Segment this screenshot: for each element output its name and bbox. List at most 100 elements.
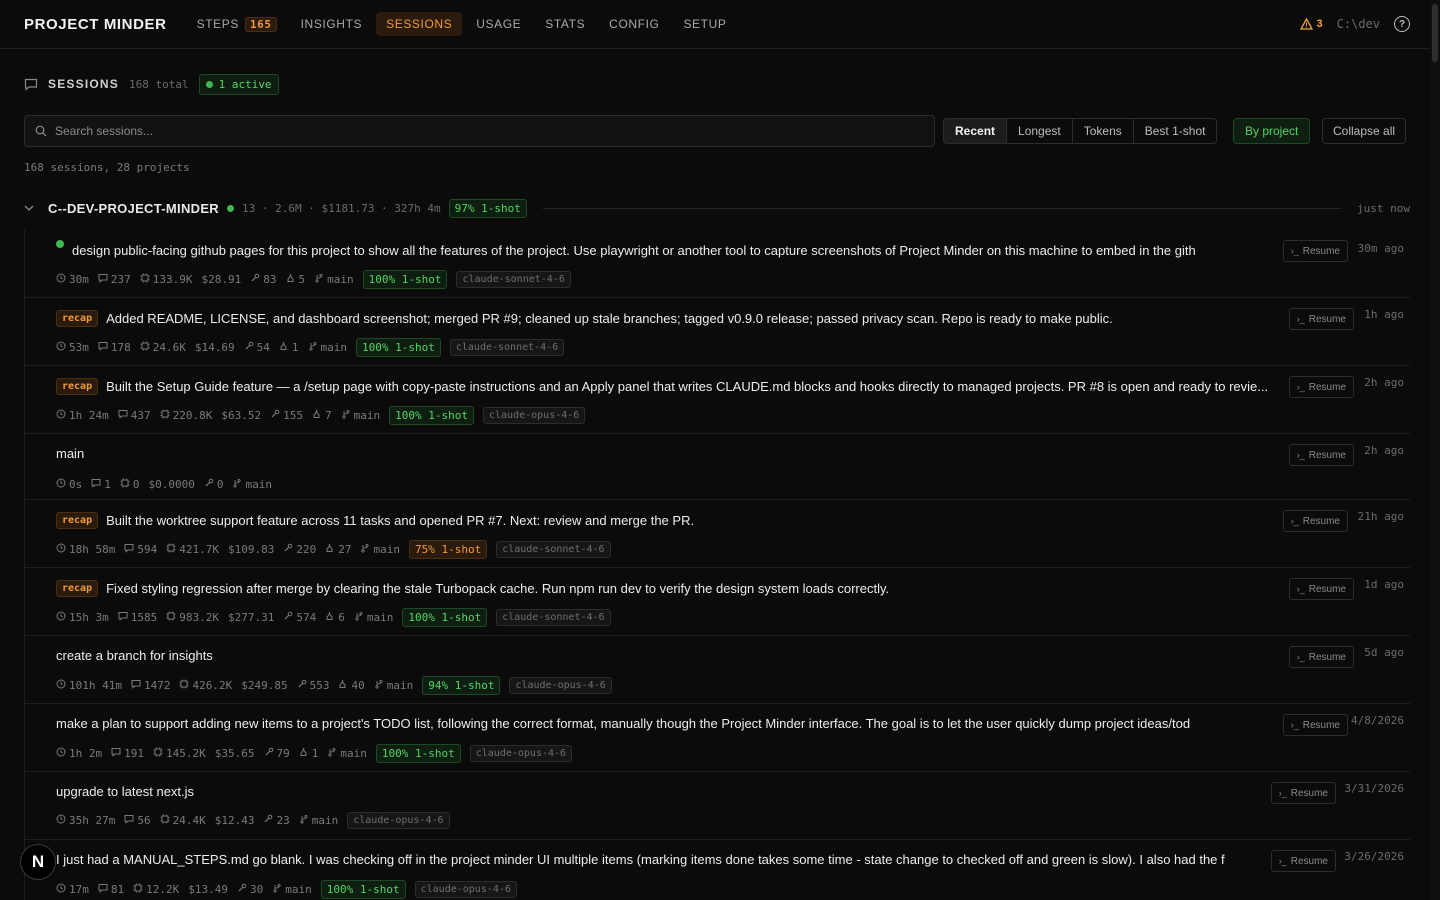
tool-count: 83 — [250, 273, 277, 286]
cost: $249.85 — [241, 679, 287, 692]
sort-best-1-shot[interactable]: Best 1-shot — [1134, 119, 1217, 143]
session-title[interactable]: Added README, LICENSE, and dashboard scr… — [106, 311, 1113, 326]
branch: main — [374, 679, 413, 692]
session-title-row: make a plan to support adding new items … — [56, 716, 1190, 731]
session-row[interactable]: recap Fixed styling regression after merg… — [24, 568, 1410, 636]
session-title[interactable]: upgrade to latest next.js — [56, 784, 194, 799]
session-title[interactable]: make a plan to support adding new items … — [56, 716, 1190, 731]
session-title-row: recap Built the worktree support feature … — [56, 512, 694, 529]
branch: main — [360, 543, 400, 556]
session-row[interactable]: create a branch for insights 101h 41m 1472… — [24, 636, 1410, 704]
session-title[interactable]: create a branch for insights — [56, 648, 213, 663]
resume-button[interactable]: ›_ Resume — [1288, 646, 1354, 668]
collapse-all-button[interactable]: Collapse all — [1322, 118, 1407, 144]
session-row[interactable]: recap Built the Setup Guide feature — a /… — [24, 366, 1410, 434]
session-row[interactable]: I just had a MANUAL_STEPS.md go blank. I… — [24, 840, 1410, 900]
wrench-icon — [237, 883, 247, 896]
active-count: 1 active — [218, 77, 272, 91]
branch: main — [327, 747, 367, 760]
project-group-header[interactable]: C--DEV-PROJECT-MINDER 13 · 2.6M · $1181.… — [24, 196, 1410, 220]
session-row[interactable]: recap Built the worktree support feature … — [24, 500, 1410, 568]
tool-count: 79 — [264, 747, 290, 760]
tab-config[interactable]: CONFIG — [599, 12, 669, 36]
search-input[interactable] — [55, 124, 915, 138]
tab-sessions[interactable]: SESSIONS — [376, 12, 463, 36]
session-title[interactable]: Fixed styling regression after merge by … — [106, 581, 889, 596]
duration: 17m — [56, 883, 89, 896]
resume-button[interactable]: ›_ Resume — [1282, 240, 1348, 262]
wrench-icon — [250, 273, 260, 286]
tool-count: 553 — [297, 679, 329, 692]
duration-value: 1h 2m — [69, 747, 103, 760]
tab-label: CONFIG — [609, 17, 660, 31]
session-time: 30m ago — [1357, 242, 1404, 255]
search-box[interactable] — [24, 115, 935, 147]
branch-icon — [360, 543, 370, 556]
resume-button[interactable]: ›_ Resume — [1282, 714, 1348, 736]
session-title[interactable]: I just had a MANUAL_STEPS.md go blank. I… — [56, 852, 1225, 867]
resume-button[interactable]: ›_ Resume — [1270, 782, 1336, 804]
agent-icon — [286, 273, 296, 286]
terminal-icon: ›_ — [1296, 314, 1305, 324]
oneshot-badge: 75% 1-shot — [408, 540, 488, 559]
session-time: 5d ago — [1364, 646, 1404, 659]
warnings-count: 3 — [1316, 18, 1323, 30]
tab-stats[interactable]: STATS — [535, 12, 595, 36]
branch-icon — [314, 273, 324, 286]
chevron-down-icon[interactable] — [24, 203, 40, 214]
clock-icon — [56, 273, 66, 286]
session-row[interactable]: design public-facing github pages for th… — [24, 230, 1410, 298]
branch-value: main — [245, 478, 272, 491]
cost-value: $35.65 — [214, 747, 255, 760]
clock-icon — [56, 679, 66, 692]
tab-setup[interactable]: SETUP — [673, 12, 736, 36]
resume-button[interactable]: ›_ Resume — [1270, 850, 1336, 872]
session-time: 21h ago — [1357, 510, 1404, 523]
cost-value: $109.83 — [227, 543, 275, 556]
help-icon[interactable]: ? — [1394, 16, 1410, 32]
cost: $14.69 — [195, 341, 235, 354]
chip-icon — [166, 543, 176, 556]
resume-button[interactable]: ›_ Resume — [1282, 510, 1348, 532]
session-meta: 53m 178 24.6K $14.69 54 1 main 100% 1-shot claud… — [56, 338, 565, 357]
warnings-indicator[interactable]: 3 — [1299, 18, 1323, 30]
resume-button[interactable]: ›_ Resume — [1288, 308, 1354, 330]
session-row[interactable]: main 0s 1 0 $0.0000 0 main ›_ Resume 2h ago — [24, 434, 1410, 500]
recap-badge: recap — [56, 310, 99, 327]
floating-n-badge[interactable]: N — [20, 844, 56, 880]
sort-recent[interactable]: Recent — [944, 119, 1008, 143]
resume-button[interactable]: ›_ Resume — [1288, 444, 1354, 466]
resume-button[interactable]: ›_ Resume — [1288, 578, 1354, 600]
agent-count-value: 1 — [311, 747, 319, 760]
session-title[interactable]: design public-facing github pages for th… — [72, 243, 1196, 258]
tool-count-value: 30 — [250, 883, 264, 896]
duration: 1h 2m — [56, 747, 102, 760]
session-title[interactable]: Built the Setup Guide feature — a /setup… — [106, 379, 1268, 394]
session-row[interactable]: upgrade to latest next.js 35h 27m 56 24.4K $… — [24, 772, 1410, 840]
tool-count-value: 79 — [276, 747, 290, 760]
scrollbar[interactable] — [1430, 0, 1440, 900]
tool-count-value: 0 — [216, 478, 224, 491]
scrollbar-thumb[interactable] — [1432, 4, 1438, 62]
session-title-row: main — [56, 446, 84, 461]
project-last-activity: just now — [1357, 201, 1410, 215]
session-title[interactable]: main — [56, 446, 84, 461]
tab-insights[interactable]: INSIGHTS — [291, 12, 372, 36]
by-project-button[interactable]: By project — [1233, 118, 1311, 144]
message-icon — [91, 478, 101, 491]
sort-longest[interactable]: Longest — [1007, 119, 1073, 143]
session-row[interactable]: recap Added README, LICENSE, and dashboar… — [24, 298, 1410, 366]
project-name[interactable]: C--DEV-PROJECT-MINDER — [48, 201, 219, 216]
resume-button[interactable]: ›_ Resume — [1288, 376, 1354, 398]
sort-tokens[interactable]: Tokens — [1073, 119, 1134, 143]
tab-usage[interactable]: USAGE — [466, 12, 531, 36]
app-brand[interactable]: PROJECT MINDER — [24, 16, 167, 33]
session-title-row: upgrade to latest next.js — [56, 784, 194, 799]
session-title[interactable]: Built the worktree support feature acros… — [106, 513, 694, 528]
session-row[interactable]: make a plan to support adding new items … — [24, 704, 1410, 772]
active-badge[interactable]: 1 active — [198, 73, 279, 95]
tab-steps[interactable]: STEPS 165 — [187, 12, 287, 37]
tab-label: INSIGHTS — [300, 17, 363, 31]
project-stats: 13 · 2.6M · $1181.73 · 327h 4m — [241, 201, 441, 215]
chip-icon — [166, 611, 176, 624]
